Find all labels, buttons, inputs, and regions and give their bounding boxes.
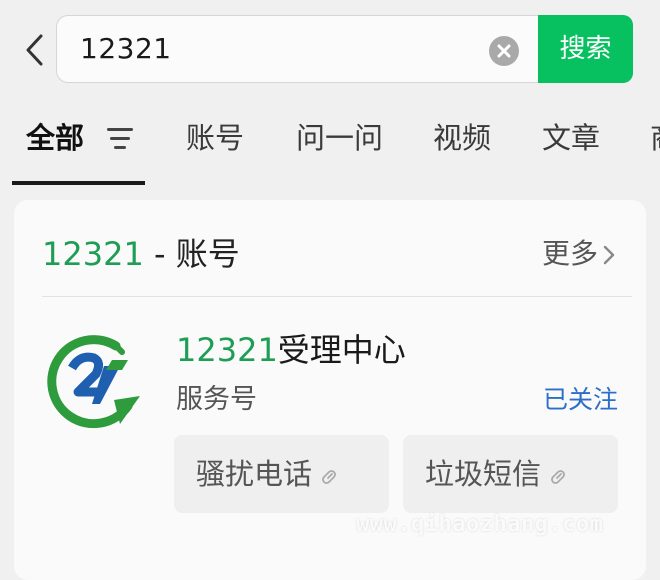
account-name-rest: 受理中心 xyxy=(277,331,406,369)
account-name-keyword: 12321 xyxy=(176,331,278,369)
tab-ask[interactable]: 问一问 xyxy=(296,114,383,162)
menu-item-label: 骚扰电话 xyxy=(196,457,313,491)
search-button[interactable]: 搜索 xyxy=(538,15,633,83)
search-query[interactable]: 12321 xyxy=(80,29,172,69)
link-icon xyxy=(322,470,336,484)
card-title: 12321 - 账号 xyxy=(42,232,240,276)
tab-videos[interactable]: 视频 xyxy=(433,114,491,162)
title-suffix: - 账号 xyxy=(143,235,240,273)
more-link[interactable]: 更多 xyxy=(542,234,616,274)
menu-item-harassing-calls[interactable]: 骚扰电话 xyxy=(174,435,389,513)
title-keyword: 12321 xyxy=(42,235,144,273)
clear-icon[interactable] xyxy=(489,36,519,66)
more-label: 更多 xyxy=(541,237,598,270)
menu-item-label: 垃圾短信 xyxy=(425,457,542,491)
tab-all[interactable]: 全部 xyxy=(26,114,84,162)
account-type: 服务号 xyxy=(176,384,257,415)
filter-icon[interactable] xyxy=(107,128,133,150)
account-name[interactable]: 12321受理中心 xyxy=(176,328,406,372)
tab-bar: 全部 账号 问一问 视频 文章 商 xyxy=(0,100,660,186)
search-input[interactable]: 12321 xyxy=(56,15,538,83)
watermark: www.qihaozhang.com xyxy=(356,512,604,537)
account-avatar-logo[interactable] xyxy=(42,330,146,436)
chevron-right-icon xyxy=(603,245,615,265)
tab-accounts[interactable]: 账号 xyxy=(186,114,244,162)
active-tab-indicator xyxy=(12,181,145,185)
divider xyxy=(42,296,632,297)
menu-item-spam-sms[interactable]: 垃圾短信 xyxy=(403,435,618,513)
back-icon[interactable] xyxy=(20,30,50,70)
search-bar: 12321 搜索 xyxy=(0,0,660,100)
tab-articles[interactable]: 文章 xyxy=(542,114,600,162)
follow-status: 已关注 xyxy=(542,385,618,414)
tab-shop[interactable]: 商 xyxy=(650,114,660,162)
link-icon xyxy=(551,470,565,484)
